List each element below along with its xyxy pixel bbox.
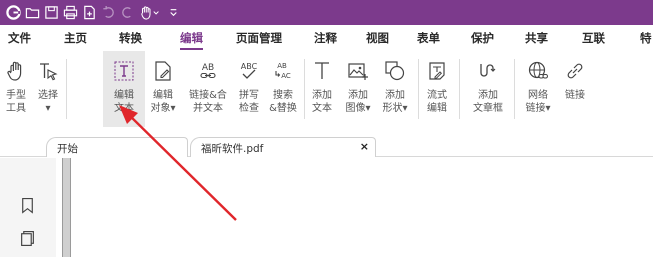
tab-view[interactable]: 视图 bbox=[366, 30, 389, 46]
svg-text:ABC: ABC bbox=[241, 62, 258, 71]
edit-object-icon bbox=[145, 53, 181, 89]
pages-icon[interactable] bbox=[17, 228, 37, 248]
article-box-button[interactable]: 添加 文章框 bbox=[468, 51, 508, 127]
tab-file[interactable]: 文件 bbox=[8, 30, 31, 46]
article-box-icon bbox=[470, 53, 506, 89]
flow-edit-icon bbox=[419, 53, 455, 89]
panel-splitter[interactable] bbox=[62, 158, 71, 257]
link-label-1: 链接 bbox=[565, 90, 585, 101]
close-icon[interactable]: × bbox=[360, 140, 369, 153]
tab-convert[interactable]: 转换 bbox=[119, 30, 142, 46]
menu-bar: 文件 主页 转换 编辑 页面管理 注释 视图 表单 保护 共享 互联 特 bbox=[0, 25, 653, 51]
ribbon-separator bbox=[514, 59, 515, 119]
hand-tool-label-1: 手型 bbox=[6, 90, 26, 101]
tab-page-management[interactable]: 页面管理 bbox=[236, 30, 282, 46]
spell-check-icon: ABC bbox=[231, 53, 267, 89]
svg-text:AC: AC bbox=[281, 72, 291, 80]
bookmark-icon[interactable] bbox=[17, 195, 37, 215]
hand-tool-button[interactable]: 手型 工具 bbox=[2, 51, 30, 127]
document-tab-strip: 开始 福昕软件.pdf × bbox=[0, 127, 653, 157]
web-link-icon bbox=[520, 53, 556, 89]
tab-annotate[interactable]: 注释 bbox=[314, 30, 337, 46]
edit-text-icon bbox=[106, 53, 142, 89]
web-link-button[interactable]: 网络 链接▾ bbox=[518, 51, 558, 127]
add-text-button[interactable]: 添加 文本 bbox=[307, 51, 337, 127]
link-button[interactable]: 链接 bbox=[559, 51, 591, 127]
ribbon-toolbar: 手型 工具 选择 ▾ 编辑 文本 编辑 对象▾ AB 链接&合 并文本 ABC … bbox=[0, 51, 653, 127]
add-text-label-1: 添加 bbox=[312, 90, 332, 101]
add-text-icon bbox=[304, 53, 340, 89]
add-shape-label-1: 添加 bbox=[385, 90, 405, 101]
article-box-label-1: 添加 bbox=[478, 90, 498, 101]
add-shape-label-2[interactable]: 形状▾ bbox=[382, 102, 407, 115]
search-replace-icon: AB AC bbox=[265, 53, 301, 89]
save-icon[interactable] bbox=[42, 4, 60, 22]
select-tool-button[interactable]: 选择 ▾ bbox=[34, 51, 62, 127]
tab-protect[interactable]: 保护 bbox=[471, 30, 494, 46]
add-shape-icon bbox=[377, 53, 413, 89]
edit-text-button[interactable]: 编辑 文本 bbox=[103, 51, 145, 127]
svg-text:AB: AB bbox=[277, 62, 287, 70]
edit-text-label-1: 编辑 bbox=[114, 90, 134, 101]
flow-edit-button[interactable]: 流式 编辑 bbox=[421, 51, 453, 127]
web-link-label-2[interactable]: 链接▾ bbox=[525, 102, 550, 115]
print-icon[interactable] bbox=[61, 4, 79, 22]
undo-icon[interactable] bbox=[99, 4, 117, 22]
add-image-icon bbox=[340, 53, 376, 89]
svg-text:AB: AB bbox=[202, 63, 214, 73]
edit-text-label-2: 文本 bbox=[114, 103, 134, 114]
flow-edit-label-2: 编辑 bbox=[427, 103, 447, 114]
edit-object-button[interactable]: 编辑 对象▾ bbox=[147, 51, 179, 127]
search-replace-button[interactable]: AB AC 搜索 &替换 bbox=[266, 51, 300, 127]
app-logo-icon[interactable] bbox=[4, 4, 22, 22]
ribbon-separator bbox=[66, 59, 67, 119]
add-image-label-1: 添加 bbox=[348, 90, 368, 101]
navigation-panel bbox=[0, 158, 56, 257]
tab-start[interactable]: 开始 bbox=[46, 137, 188, 157]
tab-form[interactable]: 表单 bbox=[417, 30, 440, 46]
link-merge-text-icon: AB bbox=[190, 53, 226, 89]
new-doc-icon[interactable] bbox=[80, 4, 98, 22]
search-replace-label-1: 搜索 bbox=[273, 90, 293, 101]
redo-icon[interactable] bbox=[118, 4, 136, 22]
flow-edit-label-1: 流式 bbox=[427, 90, 447, 101]
spell-check-label-2: 检查 bbox=[239, 103, 259, 114]
article-box-label-2: 文章框 bbox=[473, 103, 503, 114]
tab-home[interactable]: 主页 bbox=[64, 30, 87, 46]
tab-document-label: 福昕软件.pdf bbox=[201, 143, 264, 155]
link-icon bbox=[557, 53, 593, 89]
select-tool-dropdown[interactable]: ▾ bbox=[45, 102, 50, 115]
document-view[interactable] bbox=[72, 158, 653, 257]
search-replace-label-2: &替换 bbox=[269, 103, 297, 114]
ribbon-separator bbox=[459, 59, 460, 119]
tab-share[interactable]: 共享 bbox=[525, 30, 548, 46]
tab-edit[interactable]: 编辑 bbox=[180, 30, 203, 50]
link-merge-text-label-2: 并文本 bbox=[193, 103, 223, 114]
select-cursor-icon bbox=[30, 53, 66, 89]
tab-connect[interactable]: 互联 bbox=[582, 30, 605, 46]
add-image-button[interactable]: 添加 图像▾ bbox=[341, 51, 375, 127]
tab-document[interactable]: 福昕软件.pdf × bbox=[190, 137, 376, 157]
hand-icon bbox=[0, 53, 34, 89]
quick-access-toolbar bbox=[0, 0, 653, 25]
add-shape-button[interactable]: 添加 形状▾ bbox=[378, 51, 412, 127]
app-window: 文件 主页 转换 编辑 页面管理 注释 视图 表单 保护 共享 互联 特 手型 … bbox=[0, 0, 653, 257]
hand-dropdown-icon[interactable] bbox=[137, 4, 163, 22]
spell-check-button[interactable]: ABC 拼写 检查 bbox=[234, 51, 264, 127]
add-image-label-2[interactable]: 图像▾ bbox=[345, 102, 370, 115]
add-text-label-2: 文本 bbox=[312, 103, 332, 114]
edit-object-label-2[interactable]: 对象▾ bbox=[150, 102, 175, 115]
link-merge-text-button[interactable]: AB 链接&合 并文本 bbox=[185, 51, 231, 127]
spell-check-label-1: 拼写 bbox=[239, 90, 259, 101]
web-link-label-1: 网络 bbox=[528, 90, 548, 101]
link-merge-text-label-1: 链接&合 bbox=[189, 90, 227, 101]
select-tool-label-1: 选择 bbox=[38, 90, 58, 101]
open-folder-icon[interactable] bbox=[23, 4, 41, 22]
customize-dropdown-icon[interactable] bbox=[164, 4, 182, 22]
tab-special[interactable]: 特 bbox=[640, 30, 652, 46]
tab-start-label: 开始 bbox=[57, 143, 78, 155]
edit-object-label-1: 编辑 bbox=[153, 90, 173, 101]
hand-tool-label-2: 工具 bbox=[6, 103, 26, 114]
